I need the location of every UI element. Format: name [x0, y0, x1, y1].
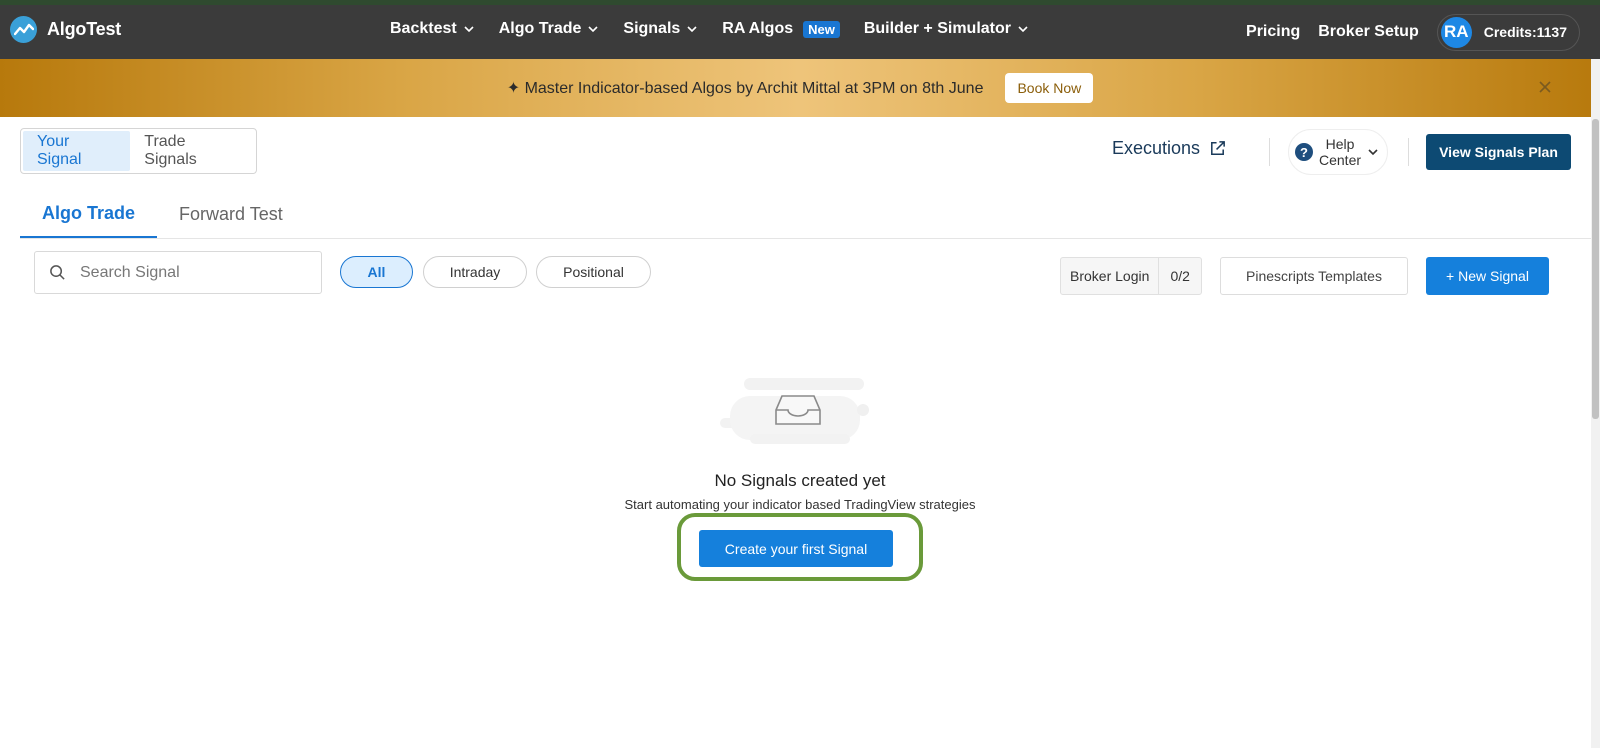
- new-badge: New: [803, 20, 840, 38]
- empty-inbox-icon: [720, 378, 869, 444]
- brand[interactable]: AlgoTest: [10, 16, 121, 43]
- help-center-dropdown[interactable]: ? Help Center: [1288, 129, 1388, 175]
- tab-algo-trade[interactable]: Algo Trade: [20, 190, 158, 238]
- empty-state-title: No Signals created yet: [714, 471, 886, 490]
- nav-signals[interactable]: Signals: [623, 20, 698, 38]
- scrollbar[interactable]: [1591, 59, 1600, 748]
- close-icon[interactable]: [1536, 78, 1554, 96]
- nav-builder-simulator-label: Builder + Simulator: [863, 20, 1011, 37]
- nav-ra-algos-label: RA Algos: [722, 20, 794, 37]
- create-first-signal-button[interactable]: Create your first Signal: [699, 530, 893, 567]
- broker-login-count: 0/2: [1170, 268, 1190, 284]
- empty-state-subtitle: Start automating your indicator based Tr…: [624, 497, 976, 512]
- help-center-label: Help Center: [1319, 136, 1361, 168]
- view-signals-plan-button[interactable]: View Signals Plan: [1426, 134, 1571, 170]
- broker-login-label: Broker Login: [1061, 258, 1160, 294]
- signal-type-toggle: Your Signal Trade Signals: [20, 128, 257, 174]
- algotest-logo-icon: [10, 16, 37, 43]
- divider: [1269, 138, 1270, 166]
- book-now-button[interactable]: Book Now: [1005, 73, 1094, 103]
- scrollbar-thumb[interactable]: [1592, 119, 1599, 419]
- signal-tabs: Algo Trade Forward Test: [20, 190, 1600, 239]
- filter-chip-positional[interactable]: Positional: [536, 256, 651, 288]
- nav-algo-trade[interactable]: Algo Trade: [499, 20, 600, 38]
- top-navbar: AlgoTest Backtest Algo Trade Signals RA …: [0, 0, 1600, 59]
- promo-banner: ✦ Master Indicator-based Algos by Archit…: [0, 59, 1600, 117]
- chevron-down-icon: [464, 26, 474, 33]
- nav-signals-label: Signals: [623, 20, 681, 37]
- nav-builder-simulator[interactable]: Builder + Simulator: [864, 20, 1029, 38]
- toggle-your-signal[interactable]: Your Signal: [23, 131, 131, 171]
- avatar[interactable]: RA: [1440, 16, 1472, 48]
- search-input[interactable]: [80, 263, 300, 282]
- broker-login-button[interactable]: Broker Login 0/2: [1060, 257, 1202, 295]
- new-signal-button[interactable]: + New Signal: [1426, 257, 1549, 295]
- help-icon: ?: [1295, 143, 1313, 161]
- chevron-down-icon: [1368, 149, 1378, 156]
- nav-ra-algos[interactable]: RA Algos New: [722, 20, 840, 38]
- nav-backtest-label: Backtest: [390, 20, 457, 37]
- brand-name: AlgoTest: [47, 19, 122, 39]
- chevron-down-icon: [687, 26, 697, 33]
- external-link-icon: [1211, 141, 1225, 155]
- executions-label: Executions: [1112, 138, 1201, 158]
- executions-link[interactable]: Executions: [1112, 138, 1227, 159]
- nav-backtest[interactable]: Backtest: [390, 20, 475, 38]
- chevron-down-icon: [1018, 26, 1028, 33]
- filter-chip-all[interactable]: All: [340, 256, 413, 288]
- search-icon: [50, 265, 65, 280]
- nav-right: Pricing Broker Setup RA Credits:1137: [1246, 5, 1600, 59]
- search-signal-box[interactable]: [34, 251, 322, 294]
- credits-value: Credits:1137: [1483, 24, 1567, 40]
- account-credits-pill[interactable]: RA Credits:1137: [1436, 13, 1580, 51]
- pinescripts-templates-button[interactable]: Pinescripts Templates: [1220, 257, 1408, 295]
- help-center-line1: Help: [1325, 136, 1355, 152]
- chevron-down-icon: [588, 26, 598, 33]
- banner-message: ✦ Master Indicator-based Algos by Archit…: [506, 80, 984, 97]
- nav-algo-trade-label: Algo Trade: [498, 20, 582, 37]
- divider: [1408, 138, 1409, 166]
- help-center-line2: Center: [1319, 152, 1362, 168]
- main-nav: Backtest Algo Trade Signals RA Algos New…: [390, 20, 1053, 38]
- banner-text: ✦ Master Indicator-based Algos by Archit…: [507, 78, 984, 98]
- filter-chip-intraday[interactable]: Intraday: [423, 256, 527, 288]
- nav-pricing[interactable]: Pricing: [1246, 23, 1300, 41]
- toggle-trade-signals[interactable]: Trade Signals: [130, 131, 254, 171]
- nav-broker-setup[interactable]: Broker Setup: [1318, 23, 1418, 41]
- tab-forward-test[interactable]: Forward Test: [157, 190, 305, 238]
